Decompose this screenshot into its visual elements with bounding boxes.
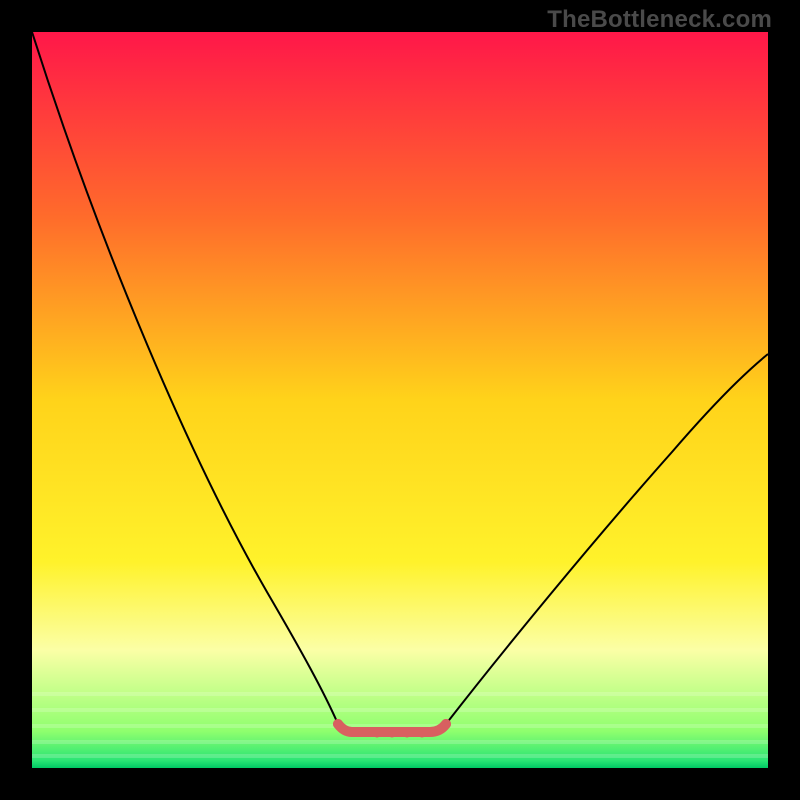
watermark-text: TheBottleneck.com <box>547 6 772 34</box>
plot-area <box>32 32 768 768</box>
gradient-background <box>32 32 768 768</box>
chart-frame: TheBottleneck.com <box>0 0 800 800</box>
chart-svg <box>32 32 768 768</box>
